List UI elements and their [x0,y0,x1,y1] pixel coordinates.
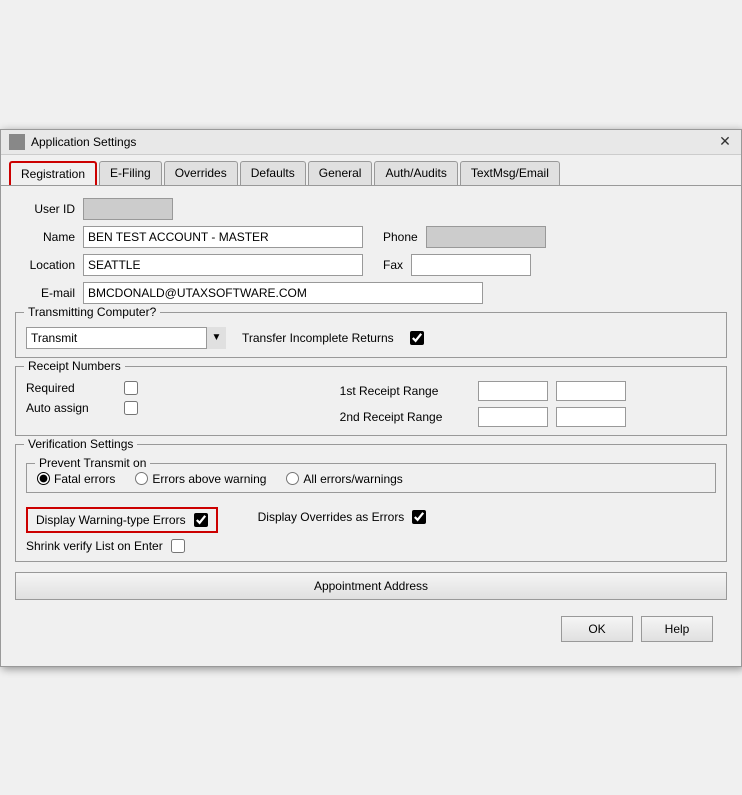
fatal-errors-option: Fatal errors [37,472,115,486]
tab-bar: Registration E-Filing Overrides Defaults… [1,155,741,185]
all-errors-label: All errors/warnings [303,472,402,486]
first-range-input-1[interactable] [478,381,548,401]
tab-efiling[interactable]: E-Filing [99,161,162,185]
display-warning-row: Display Warning-type Errors [26,507,218,533]
email-field[interactable] [83,282,483,304]
required-checkbox[interactable] [124,381,138,395]
tab-general[interactable]: General [308,161,373,185]
userid-field[interactable] [83,198,173,220]
email-row: E-mail [15,282,727,304]
ok-button[interactable]: OK [561,616,633,642]
required-label: Required [26,381,116,395]
shrink-verify-checkbox[interactable] [171,539,185,553]
name-field[interactable] [83,226,363,248]
receipt-label: Receipt Numbers [24,359,125,373]
second-range-input-1[interactable] [478,407,548,427]
all-errors-option: All errors/warnings [286,472,402,486]
prevent-transmit-label: Prevent Transmit on [35,456,150,470]
second-range-label: 2nd Receipt Range [340,410,470,424]
name-label: Name [15,230,75,244]
location-field[interactable] [83,254,363,276]
transmit-select[interactable]: Transmit [26,327,226,349]
receipt-section: Receipt Numbers Required Auto assign 1st… [15,366,727,436]
transmit-row: Transmit ▼ Transfer Incomplete Returns [26,327,716,349]
tab-auth-audits[interactable]: Auth/Audits [374,161,457,185]
application-settings-window: Application Settings ✕ Registration E-Fi… [0,129,742,667]
userid-label: User ID [15,202,75,216]
display-overrides-checkbox[interactable] [412,510,426,524]
transmitting-section: Transmitting Computer? Transmit ▼ Transf… [15,312,727,358]
display-overrides-row: Display Overrides as Errors [258,510,427,524]
errors-above-option: Errors above warning [135,472,266,486]
prevent-transmit-section: Prevent Transmit on Fatal errors Errors … [26,463,716,493]
fax-label: Fax [383,258,403,272]
help-button[interactable]: Help [641,616,713,642]
errors-above-label: Errors above warning [152,472,266,486]
tab-overrides[interactable]: Overrides [164,161,238,185]
tab-defaults[interactable]: Defaults [240,161,306,185]
fatal-errors-radio[interactable] [37,472,50,485]
second-range-input-2[interactable] [556,407,626,427]
name-row: Name Phone [15,226,727,248]
auto-assign-checkbox[interactable] [124,401,138,415]
location-label: Location [15,258,75,272]
phone-field[interactable] [426,226,546,248]
errors-above-radio[interactable] [135,472,148,485]
display-warning-checkbox[interactable] [194,513,208,527]
radio-group: Fatal errors Errors above warning All er… [37,472,705,486]
shrink-verify-label: Shrink verify List on Enter [26,539,163,553]
auto-assign-label: Auto assign [26,401,116,415]
close-icon[interactable]: ✕ [717,134,733,150]
second-range-row: 2nd Receipt Range [340,407,716,427]
verification-section-label: Verification Settings [24,437,137,451]
required-row: Required [26,381,340,395]
title-bar: Application Settings ✕ [1,130,741,155]
fatal-errors-label: Fatal errors [54,472,115,486]
tab-textmsg-email[interactable]: TextMsg/Email [460,161,560,185]
display-overrides-label: Display Overrides as Errors [258,510,405,524]
app-icon [9,134,25,150]
transfer-incomplete-label: Transfer Incomplete Returns [242,331,394,345]
verification-section: Verification Settings Prevent Transmit o… [15,444,727,562]
first-range-label: 1st Receipt Range [340,384,470,398]
all-errors-radio[interactable] [286,472,299,485]
auto-assign-row: Auto assign [26,401,340,415]
transfer-incomplete-checkbox[interactable] [410,331,424,345]
location-row: Location Fax [15,254,727,276]
display-warning-label: Display Warning-type Errors [36,513,186,527]
tab-registration[interactable]: Registration [9,161,97,185]
userid-row: User ID [15,198,727,220]
tab-content-registration: User ID Name Phone Location Fax E-mail T… [1,185,741,666]
first-range-input-2[interactable] [556,381,626,401]
footer: OK Help [15,608,727,654]
phone-label: Phone [383,230,418,244]
first-range-row: 1st Receipt Range [340,381,716,401]
transmit-select-wrapper: Transmit ▼ [26,327,226,349]
transmitting-label: Transmitting Computer? [24,305,160,319]
email-label: E-mail [15,286,75,300]
shrink-verify-row: Shrink verify List on Enter [26,539,716,553]
appointment-address-button[interactable]: Appointment Address [15,572,727,600]
window-title: Application Settings [31,135,136,149]
fax-field[interactable] [411,254,531,276]
